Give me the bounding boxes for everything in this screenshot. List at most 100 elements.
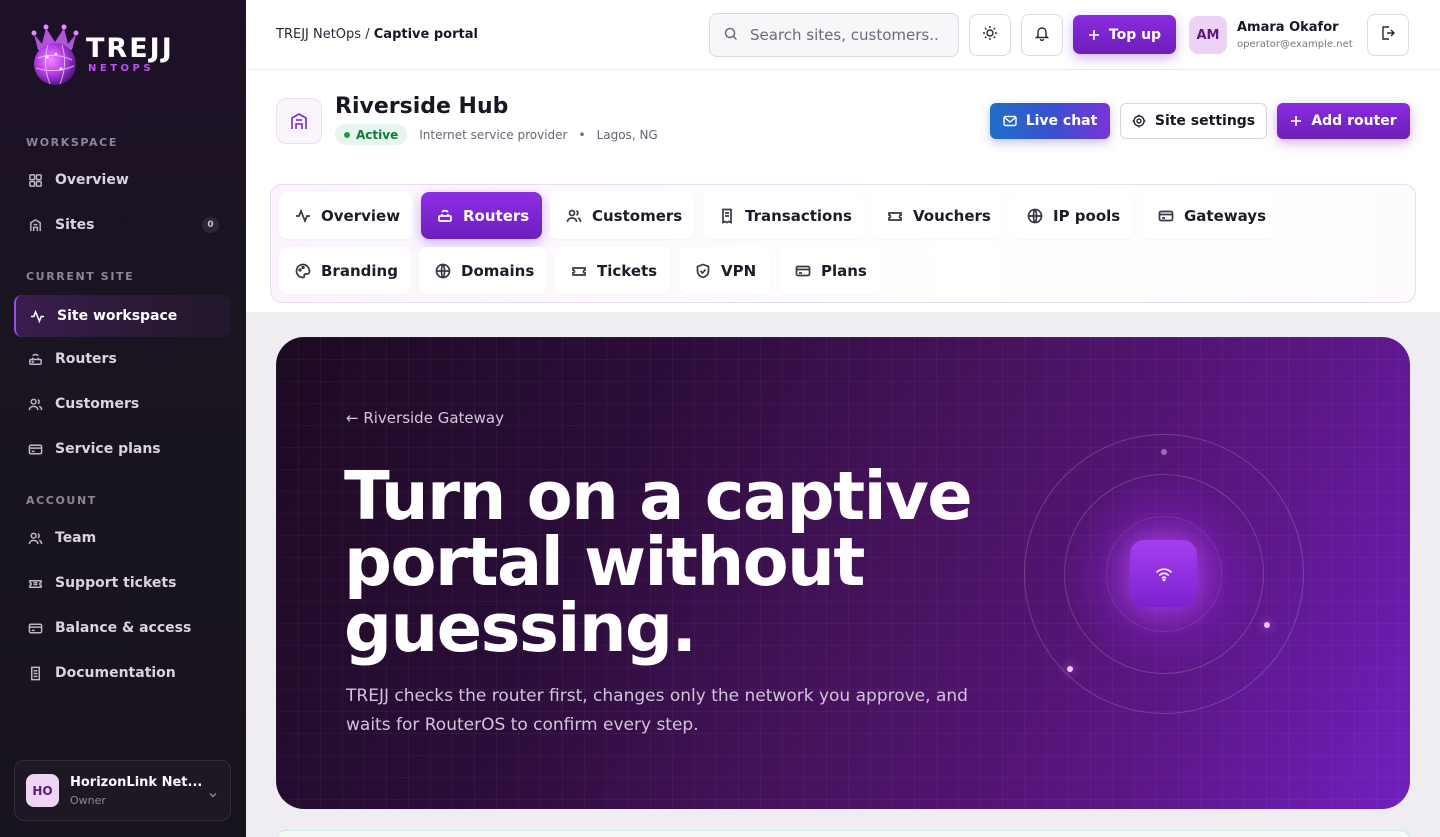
card-icon <box>27 620 43 636</box>
top-up-button[interactable]: Top up <box>1073 15 1176 54</box>
plus-icon <box>1290 115 1311 127</box>
sites-count-badge: 0 <box>202 217 219 233</box>
site-tabs: Overview Routers Customers Transactions … <box>270 184 1416 303</box>
tab-ip-pools[interactable]: IP pools <box>1011 192 1133 239</box>
tab-vouchers[interactable]: Vouchers <box>871 192 1001 239</box>
sidebar-item-overview[interactable]: Overview <box>14 159 231 201</box>
tab-label: Branding <box>321 261 398 280</box>
globe-icon <box>1027 208 1043 223</box>
live-chat-button[interactable]: Live chat <box>990 103 1110 139</box>
sidebar-item-label: Overview <box>55 172 129 188</box>
site-building-icon <box>276 98 322 144</box>
router-icon <box>438 209 452 222</box>
tab-domains[interactable]: Domains <box>419 247 547 294</box>
sidebar-item-label: Routers <box>55 351 117 367</box>
sidebar-item-routers[interactable]: Routers <box>14 338 231 380</box>
sidebar-item-label: Team <box>55 530 97 546</box>
sidebar-item-team[interactable]: Team <box>14 517 231 559</box>
add-router-button[interactable]: Add router <box>1277 103 1410 139</box>
tab-label: Vouchers <box>913 206 991 225</box>
notifications-button[interactable] <box>1021 14 1063 56</box>
sidebar-item-balance-access[interactable]: Balance & access <box>14 607 231 649</box>
doc-icon <box>27 665 43 681</box>
building-icon <box>27 217 43 233</box>
users-icon <box>27 530 43 546</box>
tab-label: Tickets <box>597 261 658 280</box>
site-meta: Active Internet service provider • Lagos… <box>335 124 658 145</box>
status-label: Active <box>356 127 399 142</box>
brand-logo[interactable]: TREJJ NETOPS <box>30 24 174 86</box>
globe-icon <box>435 263 451 278</box>
search-input[interactable] <box>750 26 940 44</box>
sidebar-item-label: Customers <box>55 396 140 412</box>
grid-icon <box>27 172 43 188</box>
brand-title: TREJJ <box>86 33 174 64</box>
sun-icon <box>982 25 998 45</box>
sidebar-item-customers[interactable]: Customers <box>14 383 231 425</box>
captive-portal-hero: ← Riverside Gateway Turn on a captive po… <box>276 337 1410 809</box>
receipt-icon <box>722 208 732 224</box>
router-icon <box>27 351 43 367</box>
brand-subtitle: NETOPS <box>88 63 155 74</box>
sidebar-item-support-tickets[interactable]: Support tickets <box>14 562 231 604</box>
tab-plans[interactable]: Plans <box>779 247 880 294</box>
user-menu[interactable]: AM Amara Okafor operator@example.net <box>1189 16 1353 54</box>
tab-label: Customers <box>592 206 683 225</box>
search-box[interactable] <box>709 13 959 57</box>
org-switcher[interactable]: HO HorizonLink Net... Owner <box>14 760 231 821</box>
top-bar: TREJJ NetOps / Captive portal Top up AM … <box>246 0 1440 70</box>
status-dot <box>344 131 350 138</box>
sidebar: TREJJ NETOPS WORKSPACE Overview Sites 0 … <box>0 0 246 837</box>
ticket-icon <box>888 211 902 221</box>
sparkle-dot <box>1067 666 1073 672</box>
avatar: AM <box>1189 16 1227 54</box>
tab-transactions[interactable]: Transactions <box>703 192 863 239</box>
globe-logo-icon <box>30 24 80 86</box>
tab-label: Plans <box>821 261 867 280</box>
sidebar-item-site-workspace[interactable]: Site workspace <box>14 295 231 337</box>
tab-label: IP pools <box>1053 206 1121 225</box>
site-header: Riverside Hub Active Internet service pr… <box>246 70 1440 312</box>
tab-label: Transactions <box>745 206 852 225</box>
sidebar-item-service-plans[interactable]: Service plans <box>14 428 231 470</box>
sidebar-item-label: Documentation <box>55 665 176 681</box>
users-icon <box>566 209 582 222</box>
tab-tickets[interactable]: Tickets <box>555 247 671 294</box>
org-name: HorizonLink Net... <box>70 774 203 790</box>
user-email: operator@example.net <box>1237 39 1353 50</box>
org-avatar: HO <box>26 774 59 807</box>
settings-icon <box>1132 114 1155 128</box>
add-router-label: Add router <box>1311 113 1397 129</box>
next-card-edge <box>276 830 1410 837</box>
tab-branding[interactable]: Branding <box>279 247 411 294</box>
nav-section-account: ACCOUNT <box>26 494 97 507</box>
bell-icon <box>1034 25 1050 45</box>
tab-routers[interactable]: Routers <box>421 192 542 239</box>
breadcrumb-current: Captive portal <box>373 27 478 42</box>
tab-gateways[interactable]: Gateways <box>1142 192 1274 239</box>
back-link[interactable]: ← Riverside Gateway <box>346 409 504 427</box>
tab-customers[interactable]: Customers <box>550 192 694 239</box>
meta-separator: • <box>578 127 586 142</box>
tab-vpn[interactable]: VPN <box>679 247 771 294</box>
hero-title: Turn on a captive portal without guessin… <box>344 457 973 667</box>
site-settings-button[interactable]: Site settings <box>1120 103 1267 139</box>
org-role: Owner <box>70 793 106 807</box>
breadcrumb-separator: / <box>365 27 370 42</box>
tab-label: Domains <box>461 261 535 280</box>
status-badge: Active <box>335 124 408 145</box>
tab-overview[interactable]: Overview <box>279 192 413 239</box>
nav-section-current-site: CURRENT SITE <box>26 270 135 283</box>
sidebar-item-sites[interactable]: Sites 0 <box>14 204 231 246</box>
chevron-down-icon <box>208 785 218 804</box>
theme-toggle-button[interactable] <box>969 14 1011 56</box>
sidebar-item-documentation[interactable]: Documentation <box>14 652 231 694</box>
site-settings-label: Site settings <box>1154 113 1256 129</box>
tab-label: Gateways <box>1184 206 1267 225</box>
breadcrumb-root[interactable]: TREJJ NetOps <box>276 27 361 42</box>
logout-button[interactable] <box>1367 14 1409 56</box>
card-icon <box>27 441 43 457</box>
sidebar-item-label: Site workspace <box>57 308 178 324</box>
live-chat-label: Live chat <box>1025 113 1098 129</box>
card-icon <box>795 265 811 276</box>
